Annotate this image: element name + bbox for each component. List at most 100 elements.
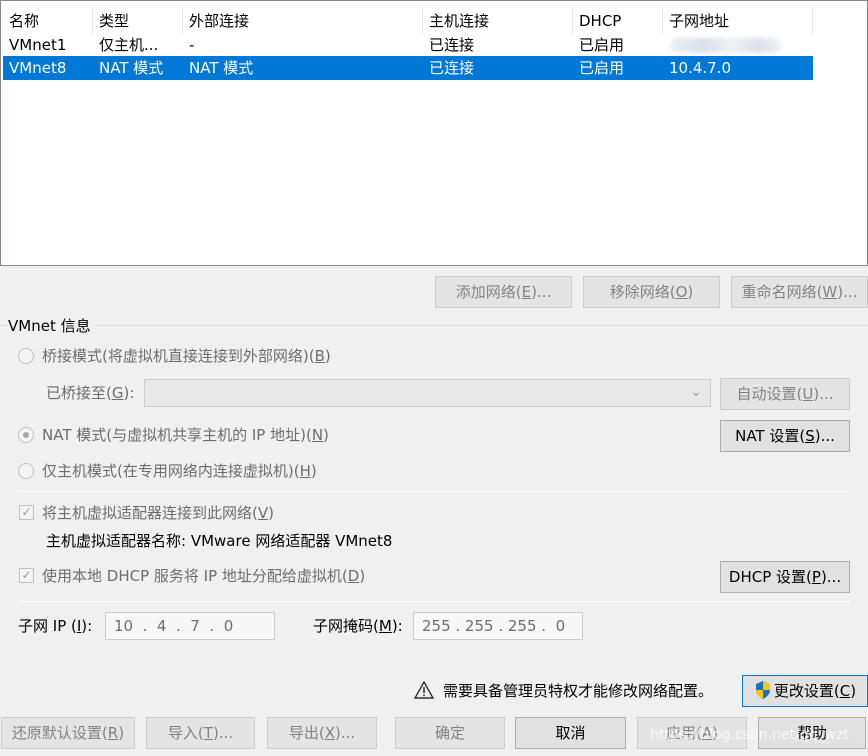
label-tail: ) [310,462,317,480]
btn-accel: O [675,283,688,301]
label-tail: ): [81,617,93,635]
label-tail: ): [123,384,135,402]
column-header-type[interactable]: 类型 [91,8,183,34]
column-header-subnet[interactable]: 子网地址 [661,8,813,34]
subnet-ip-input[interactable]: 10 . 4 . 7 . 0 [105,612,275,640]
btn-text: NAT 设置( [735,427,806,445]
row-name: VMnet8 [9,59,67,77]
use-dhcp-label[interactable]: 使用本地 DHCP 服务将 IP 地址分配给虚拟机(D) [42,565,365,587]
label-accel: H [299,462,311,480]
row-external: NAT 模式 [189,59,254,77]
change-settings-button[interactable]: 更改设置(C) [742,675,868,707]
radio-selected-dot [23,432,29,438]
nat-settings-button[interactable]: NAT 设置(S)... [720,420,850,452]
apply-button[interactable]: 应用(A) [637,717,747,749]
btn-accel: A [701,724,713,742]
label-text: 子网 IP ( [18,617,77,635]
rename-network-button[interactable]: 重命名网络(W)... [731,276,868,308]
network-row-vmnet1[interactable]: VMnet1 仅主机... - 已连接 已启用 [3,33,813,57]
uac-shield-icon [755,681,770,699]
admin-notice-text: 需要具备管理员特权才能修改网络配置。 [443,682,714,700]
label-accel: G [111,384,124,402]
label-text: 桥接模式(将虚拟机直接连接到外部网络)( [42,347,315,365]
bridged-to-select[interactable]: ⌄ [144,379,711,407]
row-type: NAT 模式 [99,59,164,77]
row-dhcp: 已启用 [579,36,625,54]
label-accel: N [311,426,324,444]
label-text: 将主机虚拟适配器连接到此网络( [42,504,258,522]
restore-defaults-button[interactable]: 还原默认设置(R) [1,717,135,749]
btn-text: 自动设置( [736,385,803,403]
cancel-button[interactable]: 取消 [515,717,626,749]
chevron-down-icon: ⌄ [690,384,702,400]
connect-adapter-checkbox[interactable]: ✓ [19,505,34,520]
btn-tail: ) [687,283,694,301]
label-accel: M [378,617,392,635]
btn-text: DHCP 设置( [728,568,812,586]
label-accel: B [314,347,325,365]
bridged-mode-label[interactable]: 桥接模式(将虚拟机直接连接到外部网络)(B) [42,345,331,367]
host-only-label[interactable]: 仅主机模式(在专用网络内连接虚拟机)(H) [42,460,317,482]
network-row-vmnet8[interactable]: VMnet8 NAT 模式 NAT 模式 已连接 已启用 10.4.7.0 [3,56,813,80]
nat-mode-label[interactable]: NAT 模式(与虚拟机共享主机的 IP 地址)(N) [42,424,329,446]
column-header-external[interactable]: 外部连接 [181,8,423,34]
row-subnet: 10.4.7.0 [669,59,732,77]
subnet-mask-input[interactable]: 255 . 255 . 255 . 0 [413,612,583,640]
export-button[interactable]: 导出(X)... [267,717,377,749]
btn-tail: )... [814,427,835,445]
ok-button[interactable]: 确定 [395,717,505,749]
virtual-network-list[interactable]: 名称 类型 外部连接 主机连接 DHCP 子网地址 VMnet1 仅主机... … [0,0,868,266]
row-external: - [189,36,195,54]
btn-accel: E [521,283,532,301]
add-network-button[interactable]: 添加网络(E)... [435,276,572,308]
btn-tail: )... [820,568,842,586]
auto-settings-button[interactable]: 自动设置(U)... [720,378,850,410]
label-accel: V [257,504,269,522]
btn-accel: S [805,427,815,445]
row-type: 仅主机... [99,36,159,54]
redacted-subnet [671,38,781,53]
label-accel: D [347,567,360,585]
import-button[interactable]: 导入(T)... [146,717,255,749]
btn-accel: U [802,385,814,403]
separator [18,601,850,602]
bridged-mode-radio[interactable] [18,348,34,364]
column-header-host[interactable]: 主机连接 [421,8,573,34]
use-dhcp-checkbox[interactable]: ✓ [19,568,34,583]
label-tail: ) [268,504,274,522]
btn-tail: )... [813,385,834,403]
btn-text: 还原默认设置( [11,724,108,742]
btn-tail: ) [712,724,718,742]
btn-accel: T [203,724,213,742]
column-header-name[interactable]: 名称 [1,8,93,34]
label-text: 仅主机模式(在专用网络内连接虚拟机)( [42,462,300,480]
help-button[interactable]: 帮助 [758,717,866,749]
label-tail: ) [323,426,329,444]
btn-text: 应用( [666,724,702,742]
separator [18,491,850,492]
label-text: 使用本地 DHCP 服务将 IP 地址分配给虚拟机( [42,567,348,585]
group-title: VMnet 信息 [8,316,95,336]
btn-accel: W [822,283,838,301]
btn-text: 添加网络( [455,283,522,301]
dhcp-settings-button[interactable]: DHCP 设置(P)... [720,561,850,593]
nat-mode-radio[interactable] [18,427,34,443]
btn-accel: P [811,568,821,586]
btn-accel: X [324,724,335,742]
label-text: 子网掩码( [313,617,379,635]
label-tail: ) [324,347,331,365]
btn-text: 移除网络( [609,283,676,301]
connect-adapter-label[interactable]: 将主机虚拟适配器连接到此网络(V) [42,502,274,524]
row-host: 已连接 [429,59,475,77]
label-tail: ): [391,617,403,635]
host-only-radio[interactable] [18,463,34,479]
btn-tail: )... [837,283,858,301]
label-tail: ) [359,567,366,585]
btn-tail: )... [531,283,552,301]
remove-network-button[interactable]: 移除网络(O) [583,276,720,308]
label-text: 已桥接至( [46,384,112,402]
row-host: 已连接 [429,36,475,54]
column-header-dhcp[interactable]: DHCP [571,8,663,34]
bridged-to-label: 已桥接至(G): [46,382,134,404]
btn-text: 重命名网络( [741,283,823,301]
